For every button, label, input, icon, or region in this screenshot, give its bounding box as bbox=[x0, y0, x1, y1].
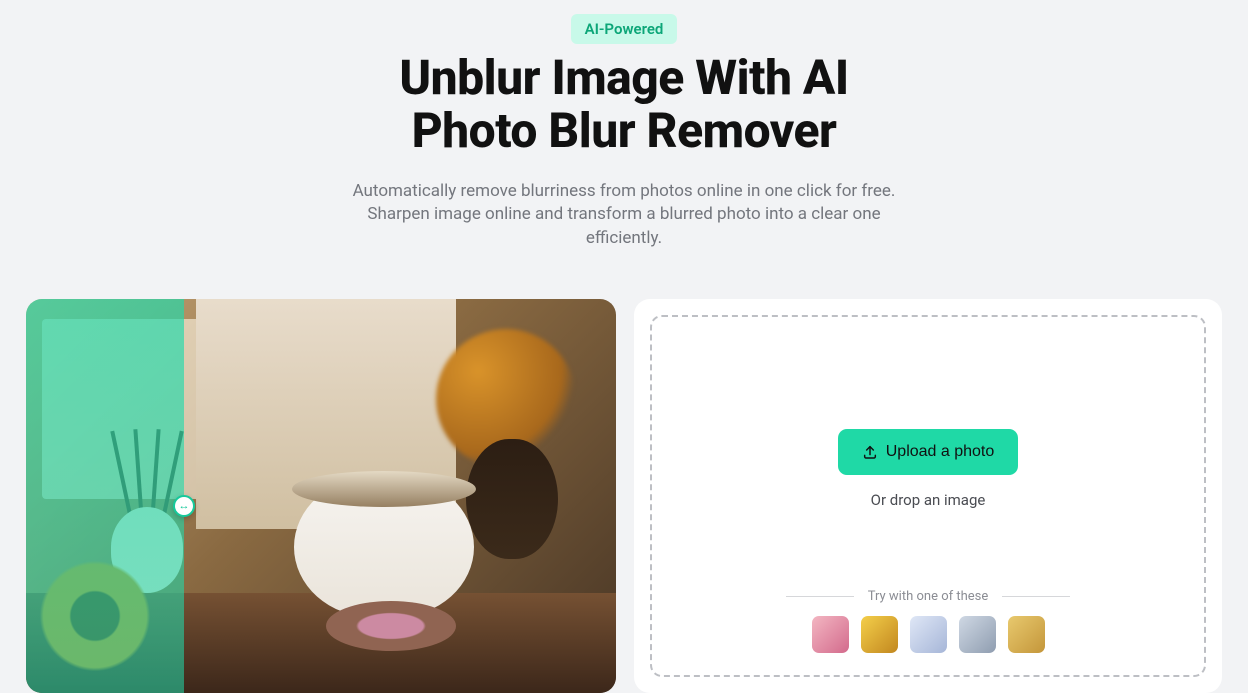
sample-thumb-headphones[interactable] bbox=[959, 616, 996, 653]
upload-panel: Upload a photo Or drop an image Try with… bbox=[634, 299, 1222, 693]
page-title: Unblur Image With AI Photo Blur Remover bbox=[399, 52, 848, 158]
comparison-preview: ↔ bbox=[26, 299, 616, 693]
try-label: Try with one of these bbox=[786, 589, 1071, 604]
sample-thumb-bottles[interactable] bbox=[861, 616, 898, 653]
sample-thumb-person[interactable] bbox=[812, 616, 849, 653]
upload-button[interactable]: Upload a photo bbox=[838, 429, 1019, 475]
upload-icon bbox=[862, 444, 878, 460]
comparison-slider-handle[interactable]: ↔ bbox=[173, 495, 195, 517]
upload-dropzone[interactable]: Upload a photo Or drop an image Try with… bbox=[650, 315, 1206, 677]
sample-thumb-brushes[interactable] bbox=[910, 616, 947, 653]
page-subtitle: Automatically remove blurriness from pho… bbox=[344, 180, 904, 251]
sample-thumbs bbox=[812, 616, 1045, 653]
sample-thumb-bag[interactable] bbox=[1008, 616, 1045, 653]
drop-hint: Or drop an image bbox=[871, 491, 986, 509]
ai-powered-badge: AI-Powered bbox=[571, 14, 678, 44]
upload-button-label: Upload a photo bbox=[886, 443, 995, 461]
preview-scene bbox=[26, 299, 616, 693]
